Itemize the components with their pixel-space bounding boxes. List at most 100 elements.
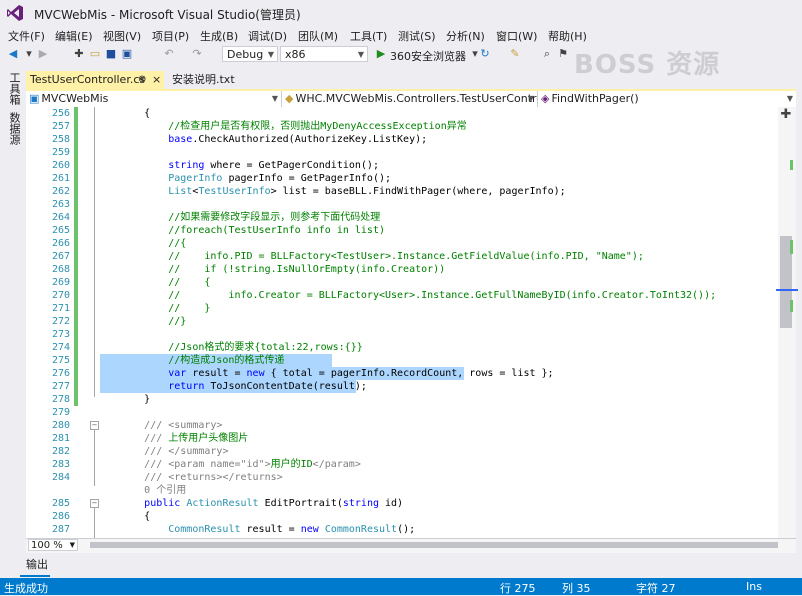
line-number: 269 bbox=[51, 277, 70, 288]
menu-file[interactable]: 文件(F) bbox=[8, 28, 45, 44]
code-line[interactable]: // } bbox=[96, 302, 210, 315]
toolbox-icon[interactable]: ✎ bbox=[508, 47, 522, 61]
member-select[interactable]: ◈ FindWithPager() ▼ bbox=[538, 91, 796, 107]
code-line[interactable]: // info.Creator = BLLFactory<User>.Insta… bbox=[96, 289, 716, 302]
refresh-icon[interactable]: ↻ bbox=[478, 47, 492, 61]
code-line[interactable]: /// <summary> bbox=[96, 419, 222, 432]
code-line[interactable]: /// 上传用户头像图片 bbox=[96, 432, 248, 445]
code-line[interactable]: public ActionResult EditPortrait(string … bbox=[96, 497, 403, 510]
tab-install-notes[interactable]: 安装说明.txt bbox=[168, 71, 288, 90]
chevron-down-icon: ▼ bbox=[786, 94, 793, 103]
status-column: 列 35 bbox=[562, 582, 591, 595]
horizontal-scroll-thumb[interactable] bbox=[90, 542, 778, 548]
zoom-select[interactable]: 100 % ▼ bbox=[28, 539, 78, 551]
code-line[interactable]: var result = new { total = pagerInfo.Rec… bbox=[96, 367, 553, 380]
code-line[interactable]: // if (!string.IsNullOrEmpty(info.Creato… bbox=[96, 263, 445, 276]
code-line[interactable]: base.CheckAuthorized(AuthorizeKey.ListKe… bbox=[96, 133, 427, 146]
line-number: 277 bbox=[51, 381, 70, 392]
redo-icon[interactable]: ↷ bbox=[190, 47, 204, 61]
code-line[interactable]: // { bbox=[96, 276, 210, 289]
code-line[interactable]: //{ bbox=[96, 237, 186, 250]
member-value: FindWithPager() bbox=[551, 92, 639, 105]
dropdown-arrow-icon[interactable]: ▾ bbox=[22, 47, 36, 61]
code-line[interactable]: PagerInfo pagerInfo = GetPagerInfo(); bbox=[96, 172, 391, 185]
line-number: 261 bbox=[51, 173, 70, 184]
code-line[interactable]: //Json格式的要求{total:22,rows:{}} bbox=[96, 341, 363, 354]
start-debug-icon[interactable]: ▶ bbox=[374, 47, 388, 61]
status-line: 行 275 bbox=[500, 582, 536, 595]
browser-select[interactable]: 360安全浏览器 bbox=[390, 48, 466, 64]
tab-testusercontroller[interactable]: TestUserController.cs ⊕ × bbox=[26, 71, 164, 90]
menu-test[interactable]: 测试(S) bbox=[398, 28, 436, 44]
menu-view[interactable]: 视图(V) bbox=[103, 28, 141, 44]
platform-select[interactable]: x86 ▼ bbox=[280, 46, 368, 62]
line-number: 275 bbox=[51, 355, 70, 366]
code-line[interactable]: { bbox=[96, 107, 150, 120]
menu-debug[interactable]: 调试(D) bbox=[248, 28, 287, 44]
tab-label: TestUserController.cs bbox=[30, 73, 146, 86]
code-line[interactable]: string where = GetPagerCondition(); bbox=[96, 159, 379, 172]
split-icon[interactable]: ✚ bbox=[780, 108, 792, 122]
code-line[interactable]: //构造成Json的格式传递 bbox=[96, 354, 284, 367]
output-tab[interactable]: 输出 bbox=[26, 556, 66, 576]
back-icon[interactable]: ◀ bbox=[6, 47, 20, 61]
data-sources-tab[interactable]: 数据源 bbox=[6, 112, 21, 145]
class-select[interactable]: ◆ WHC.MVCWebMis.Controllers.TestUserContr… bbox=[282, 91, 538, 107]
bookmark-icon[interactable]: ⚑ bbox=[556, 47, 570, 61]
line-number: 260 bbox=[51, 160, 70, 171]
line-number: 281 bbox=[51, 433, 70, 444]
code-line[interactable]: return ToJsonContentDate(result); bbox=[96, 380, 367, 393]
outline-line bbox=[94, 508, 95, 538]
code-line[interactable]: /// </summary> bbox=[96, 445, 228, 458]
find-icon[interactable]: ⌕ bbox=[540, 47, 554, 61]
menu-bar: 文件(F) 编辑(E) 视图(V) 项目(P) 生成(B) 调试(D) 团队(M… bbox=[0, 26, 802, 44]
status-bar: 生成成功 行 275 列 35 字符 27 Ins bbox=[0, 578, 802, 595]
line-number: 262 bbox=[51, 186, 70, 197]
class-value: WHC.MVCWebMis.Controllers.TestUserContro… bbox=[295, 92, 538, 105]
save-icon[interactable]: ■ bbox=[104, 47, 118, 61]
menu-team[interactable]: 团队(M) bbox=[298, 28, 338, 44]
menu-tools[interactable]: 工具(T) bbox=[350, 28, 387, 44]
open-folder-icon[interactable]: ▭ bbox=[88, 47, 102, 61]
change-mark bbox=[790, 160, 793, 170]
menu-help[interactable]: 帮助(H) bbox=[548, 28, 587, 44]
new-project-icon[interactable]: ✚ bbox=[72, 47, 86, 61]
change-mark bbox=[790, 300, 793, 312]
line-number: 257 bbox=[51, 121, 70, 132]
line-number: 271 bbox=[51, 303, 70, 314]
line-number: 266 bbox=[51, 238, 70, 249]
outline-line bbox=[94, 107, 95, 397]
code-line[interactable]: /// <param name="id">用户的ID</param> bbox=[96, 458, 361, 471]
code-line[interactable]: //} bbox=[96, 315, 186, 328]
code-line[interactable]: List<TestUserInfo> list = baseBLL.FindWi… bbox=[96, 185, 565, 198]
code-line[interactable]: { bbox=[96, 510, 150, 523]
code-line[interactable]: // info.PID = BLLFactory<TestUser>.Insta… bbox=[96, 250, 644, 263]
menu-project[interactable]: 项目(P) bbox=[152, 28, 189, 44]
menu-edit[interactable]: 编辑(E) bbox=[55, 28, 93, 44]
forward-icon[interactable]: ▶ bbox=[36, 47, 50, 61]
line-number: 256 bbox=[51, 108, 70, 119]
close-icon[interactable]: × bbox=[152, 71, 161, 89]
chevron-down-icon: ▼ bbox=[357, 50, 364, 59]
code-line[interactable]: CommonResult result = new CommonResult()… bbox=[96, 523, 415, 536]
code-line[interactable]: 0 个引用 bbox=[96, 484, 186, 497]
code-line[interactable]: } bbox=[96, 393, 150, 406]
project-select[interactable]: ▣ MVCWebMis ▼ bbox=[26, 91, 282, 107]
pin-icon[interactable]: ⊕ bbox=[138, 71, 146, 89]
code-line[interactable]: //检查用户是否有权限，否则抛出MyDenyAccessException异常 bbox=[96, 120, 466, 133]
undo-icon[interactable]: ↶ bbox=[162, 47, 176, 61]
toolbox-tab[interactable]: 工具箱 bbox=[6, 72, 21, 105]
configuration-select[interactable]: Debug ▼ bbox=[222, 46, 278, 62]
line-number: 263 bbox=[51, 199, 70, 210]
code-line[interactable]: /// <returns></returns> bbox=[96, 471, 283, 484]
method-icon: ◈ bbox=[541, 92, 550, 105]
save-all-icon[interactable]: ▣ bbox=[120, 47, 134, 61]
code-line[interactable]: //如果需要修改字段显示，则参考下面代码处理 bbox=[96, 211, 380, 224]
code-editor[interactable]: − − 256 {257 //检查用户是否有权限，否则抛出MyDenyAcces… bbox=[26, 107, 778, 538]
code-line[interactable]: //foreach(TestUserInfo info in list) bbox=[96, 224, 385, 237]
line-number: 285 bbox=[51, 498, 70, 509]
menu-analyze[interactable]: 分析(N) bbox=[446, 28, 485, 44]
menu-build[interactable]: 生成(B) bbox=[200, 28, 238, 44]
platform-value: x86 bbox=[285, 48, 306, 61]
menu-window[interactable]: 窗口(W) bbox=[496, 28, 537, 44]
